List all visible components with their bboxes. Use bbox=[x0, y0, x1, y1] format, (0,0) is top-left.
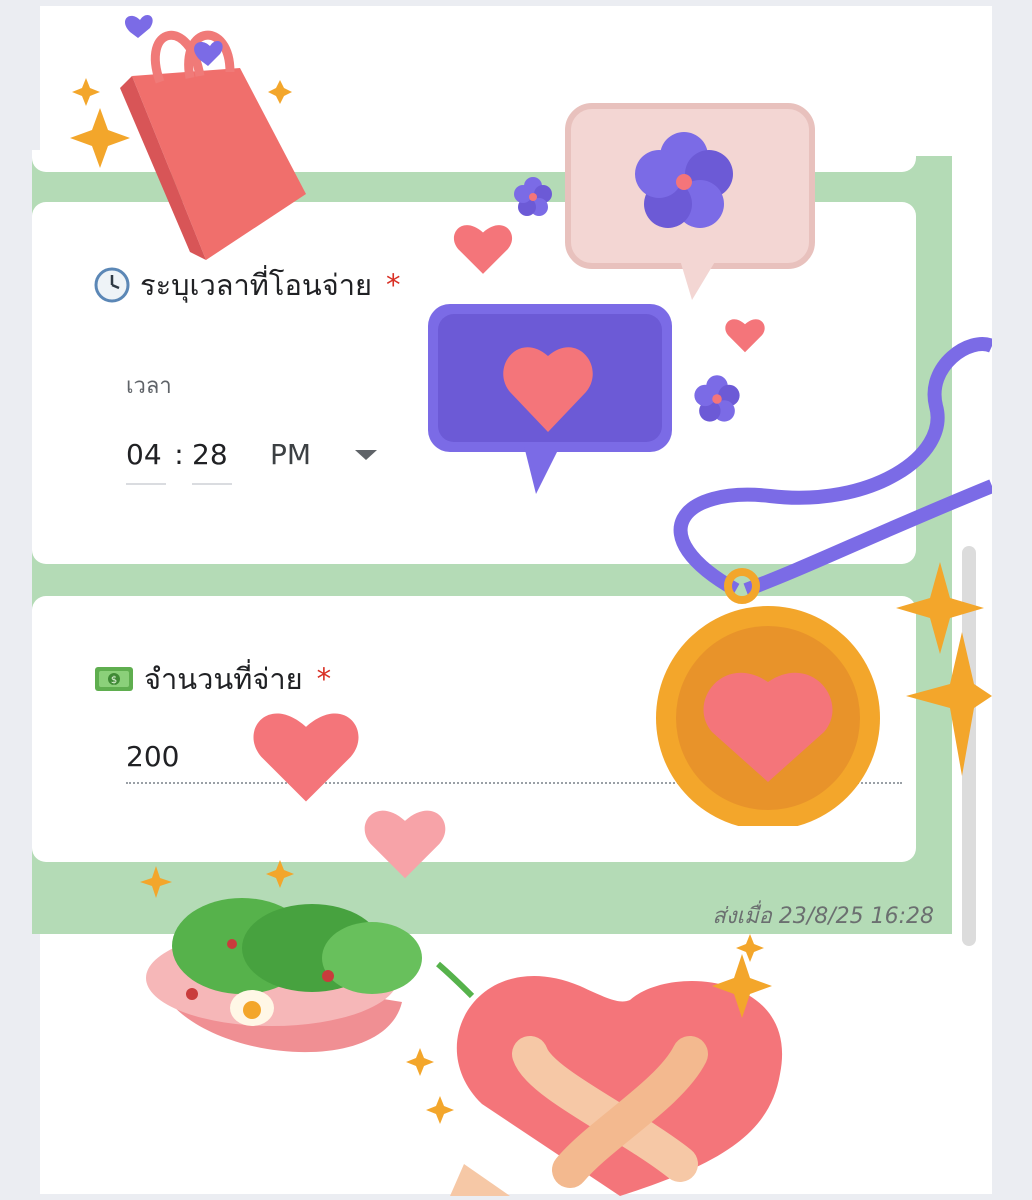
svg-text:$: $ bbox=[111, 675, 117, 686]
hour-input[interactable]: 04 bbox=[126, 438, 166, 485]
time-input-row: 04 : 28 PM bbox=[126, 438, 378, 485]
required-asterisk: * bbox=[386, 268, 401, 302]
speech-bubble-flower-sticker-icon bbox=[565, 103, 815, 300]
heart-hug-sticker-icon bbox=[426, 934, 783, 1196]
amount-question-label: จำนวนที่จ่าย bbox=[144, 662, 303, 696]
heart-small-icon bbox=[453, 225, 513, 274]
flower-small-icon bbox=[514, 177, 552, 216]
medal-heart-sticker-icon bbox=[656, 337, 992, 826]
speech-bubble-heart-sticker-icon bbox=[428, 304, 672, 494]
submitted-timestamp: ส่งเมื่อ 23/8/25 16:28 bbox=[712, 904, 934, 929]
time-question-label: ระบุเวลาที่โอนจ่าย bbox=[140, 268, 373, 302]
money-icon: $ bbox=[95, 667, 133, 691]
shopping-bag-sticker-icon bbox=[70, 14, 306, 260]
amount-question-title: $ จำนวนที่จ่าย * bbox=[94, 656, 331, 702]
minute-input[interactable]: 28 bbox=[192, 438, 232, 485]
amount-input[interactable]: 200 bbox=[126, 740, 179, 773]
time-separator: : bbox=[174, 438, 184, 471]
ampm-select[interactable]: PM bbox=[270, 438, 311, 471]
time-sub-label: เวลา bbox=[126, 374, 172, 399]
clock-icon bbox=[94, 267, 130, 303]
time-question-title: ระบุเวลาที่โอนจ่าย * bbox=[94, 262, 401, 308]
required-asterisk: * bbox=[316, 662, 332, 696]
dropdown-caret-icon[interactable] bbox=[355, 450, 378, 460]
heart-large-icon bbox=[253, 713, 359, 802]
